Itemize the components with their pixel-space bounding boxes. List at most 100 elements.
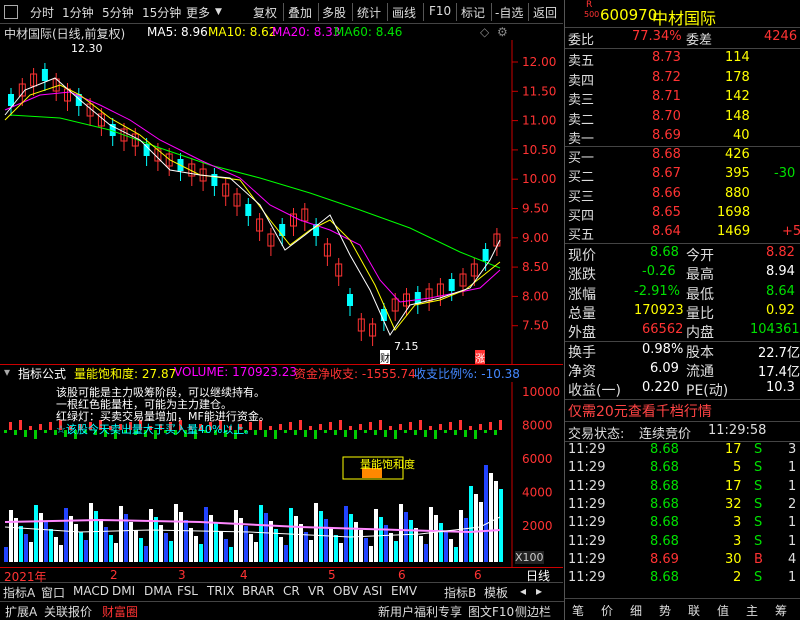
volume-bar [194, 536, 198, 562]
period-5min[interactable]: 5分钟 [102, 4, 134, 21]
buy-row[interactable]: 买三 8.66 880 [566, 186, 800, 205]
tab-obv[interactable]: OBV [333, 584, 359, 598]
tab-asi[interactable]: ASI [363, 584, 382, 598]
y-tick-label: 11.50 [522, 84, 556, 98]
volume-bar [199, 544, 203, 562]
mark-button[interactable]: 标记 [461, 4, 485, 21]
high-note: 12.30 [71, 42, 103, 55]
tab-indicator-b[interactable]: 指标B [444, 584, 476, 601]
multi-stock-button[interactable]: 多股 [322, 4, 346, 21]
candle [143, 144, 150, 156]
panel-tab[interactable]: 价 [601, 602, 613, 619]
draw-button[interactable]: 画线 [392, 4, 416, 21]
tab-indicator-a[interactable]: 指标A [3, 584, 35, 601]
sell-row[interactable]: 卖二 8.70 148 [566, 109, 800, 128]
stock-name: 中材国际 [652, 9, 717, 28]
panel-tab[interactable]: 细 [630, 602, 642, 619]
tab-fsl[interactable]: FSL [177, 584, 198, 598]
volume-bar [104, 527, 108, 562]
volume-bar [449, 539, 453, 562]
promo-row[interactable]: 仅需20元查看千档行情 [566, 401, 800, 421]
f10-button[interactable]: F10 [429, 4, 451, 18]
panel-tab[interactable]: 势 [659, 602, 671, 619]
chevron-down-icon[interactable]: ▾ [4, 365, 10, 379]
volume-bar [249, 534, 253, 562]
buy-row[interactable]: 买五 8.64 1469 +5 [566, 224, 800, 243]
kline-chart[interactable]: 12.00 11.50 11.00 10.50 10.00 9.50 9.00 8.50 8.0… [0, 40, 563, 365]
flow-bar [339, 420, 342, 430]
panel-tab[interactable]: 值 [717, 602, 729, 619]
finance-tag[interactable]: 财 [380, 350, 390, 365]
period-more[interactable]: 更多 [186, 4, 210, 21]
tab-trix[interactable]: TRIX [207, 584, 234, 598]
new-user-welfare[interactable]: 新用户福利专享 [378, 603, 462, 620]
tab-window[interactable]: 窗口 [41, 584, 65, 601]
menu-icon[interactable] [4, 5, 18, 19]
chevron-down-icon[interactable]: ▼ [215, 7, 222, 17]
status-time: 11:29:58 [708, 423, 767, 438]
flow-bar [464, 430, 467, 437]
sell-row[interactable]: 卖五 8.73 114 [566, 50, 800, 69]
volume-bar [24, 534, 28, 562]
candles [8, 63, 501, 346]
panel-tab[interactable]: 联 [688, 602, 700, 619]
volume-bar [164, 533, 168, 562]
date-label-2: 2 [110, 568, 118, 582]
tab-dmi[interactable]: DMI [112, 584, 135, 598]
unit-label: X100 [515, 551, 544, 564]
tab-dma[interactable]: DMA [144, 584, 172, 598]
wealth-circle-button[interactable]: 财富圈 [102, 603, 138, 620]
volume-bar [109, 535, 113, 562]
overlay-button[interactable]: 叠加 [288, 4, 312, 21]
buy-row[interactable]: 买二 8.67 395 -30 [566, 166, 800, 185]
stats-button[interactable]: 统计 [357, 4, 381, 21]
buy-row[interactable]: 买四 8.65 1698 [566, 205, 800, 224]
flow-bar [404, 430, 407, 433]
expand-button[interactable]: 扩展A [5, 603, 37, 620]
sidebar-toggle[interactable]: 侧边栏 [515, 603, 551, 620]
sell-row[interactable]: 卖三 8.71 142 [566, 89, 800, 108]
diamond-icon[interactable]: ◇ [480, 25, 489, 39]
chevron-right-icon[interactable]: ▸ [536, 584, 542, 598]
volume-bar [9, 510, 13, 562]
kline-y-axis: 12.00 11.50 11.00 10.50 10.00 9.50 9.00 8.50 8.0… [512, 55, 556, 333]
settings-icon[interactable]: ⚙ [497, 25, 508, 39]
stat2-row: 收益(一) 0.220 PE(动) 10.3 [568, 380, 795, 399]
indicator-label[interactable]: 指标公式 [18, 365, 66, 382]
panel-tab[interactable]: 笔 [572, 602, 584, 619]
limit-up-tag[interactable]: 涨 [475, 350, 485, 365]
ma60-label: MA60: 8.46 [334, 25, 403, 39]
y-tick-label: 8.00 [522, 289, 549, 303]
flow-bar [359, 424, 362, 430]
restore-button[interactable]: 复权 [253, 4, 277, 21]
period-1min[interactable]: 1分钟 [62, 4, 94, 21]
panel-tab[interactable]: 筹 [775, 602, 787, 619]
y-tick-label: 7.50 [522, 319, 549, 333]
tab-macd[interactable]: MACD [73, 584, 109, 598]
y-tick-label: 8.50 [522, 260, 549, 274]
volume-bar [379, 517, 383, 562]
flow-bar [329, 422, 332, 430]
sell-row[interactable]: 卖一 8.69 40 [566, 128, 800, 147]
watchlist-button[interactable]: -自选 [495, 4, 523, 21]
flow-bar [374, 430, 377, 435]
buy-row[interactable]: 买一 8.68 426 [566, 147, 800, 166]
period-intraday[interactable]: 分时 [30, 4, 54, 21]
tab-template[interactable]: 模板 [484, 584, 508, 601]
y-tick-label: 4000 [522, 486, 553, 500]
panel-tab[interactable]: 主 [746, 602, 758, 619]
related-quotes-button[interactable]: 关联报价 [44, 603, 92, 620]
promo-text[interactable]: 仅需20元查看千档行情 [568, 401, 712, 421]
period-15min[interactable]: 15分钟 [142, 4, 181, 21]
tab-brar[interactable]: BRAR [242, 584, 275, 598]
tab-emv[interactable]: EMV [391, 584, 417, 598]
chevron-left-icon[interactable]: ◂ [520, 584, 526, 598]
y-tick-label: 2000 [522, 519, 553, 533]
f10-graphic[interactable]: 图文F10 [468, 603, 514, 620]
tab-cr[interactable]: CR [283, 584, 300, 598]
tab-vr[interactable]: VR [308, 584, 325, 598]
sell-row[interactable]: 卖四 8.72 178 [566, 70, 800, 89]
volume-bar [464, 518, 468, 562]
back-button[interactable]: 返回 [533, 4, 557, 21]
volume-bar [274, 529, 278, 562]
